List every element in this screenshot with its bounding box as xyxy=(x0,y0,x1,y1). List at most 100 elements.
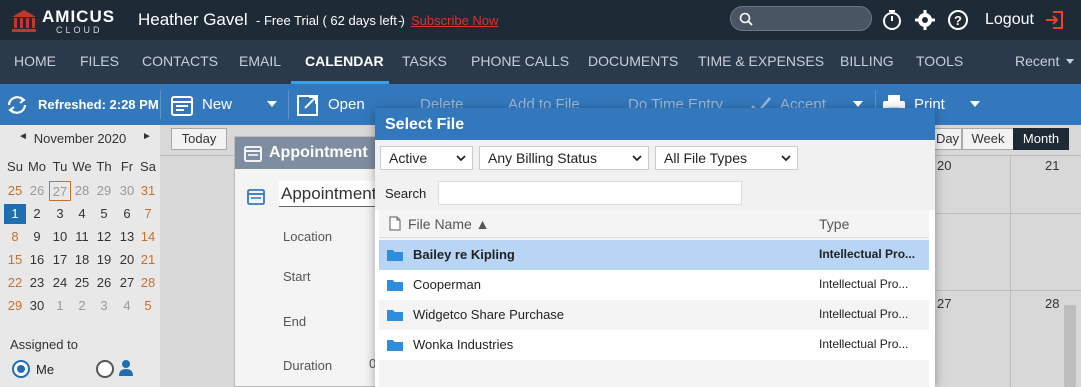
stopwatch-icon[interactable] xyxy=(880,8,904,32)
mini-calendar-day[interactable]: 1 xyxy=(49,296,71,316)
nav-home[interactable]: HOME xyxy=(14,53,56,69)
mini-calendar-day[interactable]: 1 xyxy=(4,204,26,224)
mini-calendar-day[interactable]: 19 xyxy=(93,250,115,270)
new-button[interactable]: New xyxy=(170,84,232,125)
nav-billing[interactable]: BILLING xyxy=(840,53,894,69)
svg-text:?: ? xyxy=(954,13,962,28)
file-row[interactable]: Cooperman Intellectual Pro... xyxy=(379,270,929,300)
mini-calendar-day[interactable]: 21 xyxy=(137,250,159,270)
mini-calendar-day[interactable]: 23 xyxy=(26,273,48,293)
print-dropdown-button[interactable] xyxy=(960,84,990,125)
month-view-button[interactable]: Month xyxy=(1013,128,1069,150)
mini-calendar-day[interactable]: 25 xyxy=(4,181,26,201)
next-month-button[interactable]: ► xyxy=(142,131,152,142)
new-dropdown-button[interactable] xyxy=(258,84,286,125)
start-label: Start xyxy=(283,269,311,284)
mini-calendar-day[interactable]: 26 xyxy=(93,273,115,293)
mini-calendar-day[interactable]: 14 xyxy=(137,227,159,247)
mini-calendar-day[interactable]: 8 xyxy=(4,227,26,247)
file-row[interactable]: Wonka Industries Intellectual Pro... xyxy=(379,330,929,360)
assigned-me-radio[interactable] xyxy=(12,360,30,378)
help-icon[interactable]: ? xyxy=(946,8,970,32)
mini-calendar-day[interactable]: 6 xyxy=(116,204,138,224)
mini-calendar-day[interactable]: 10 xyxy=(49,227,71,247)
nav-phone-calls[interactable]: PHONE CALLS xyxy=(471,53,569,69)
mini-calendar-day[interactable]: 22 xyxy=(4,273,26,293)
appointment-dialog: Appointment Appointment Location Start E… xyxy=(234,136,385,387)
mini-calendar-day[interactable]: 16 xyxy=(26,250,48,270)
chevron-down-icon xyxy=(632,155,642,162)
mini-calendar-day[interactable]: 13 xyxy=(116,227,138,247)
week-view-button[interactable]: Week xyxy=(962,128,1014,150)
file-list: File Name ▲ Type Bailey re Kipling Intel… xyxy=(379,210,929,387)
mini-calendar-day[interactable]: 2 xyxy=(71,296,93,316)
mini-calendar-day[interactable]: 12 xyxy=(93,227,115,247)
mini-calendar-day[interactable]: 27 xyxy=(49,181,71,201)
file-name-column-header[interactable]: File Name ▲ xyxy=(408,216,490,232)
mini-calendar-day[interactable]: 5 xyxy=(137,296,159,316)
billing-status-select[interactable]: Any Billing Status xyxy=(479,146,649,170)
subscribe-link[interactable]: Subscribe Now xyxy=(411,13,498,28)
mini-calendar-day[interactable]: 18 xyxy=(71,250,93,270)
nav-time-expenses[interactable]: TIME & EXPENSES xyxy=(698,53,824,69)
status-select[interactable]: Active xyxy=(380,146,473,170)
file-search-input[interactable] xyxy=(438,181,742,205)
global-search-input[interactable] xyxy=(730,6,872,31)
mini-calendar-day[interactable]: 20 xyxy=(116,250,138,270)
file-list-header: File Name ▲ Type xyxy=(379,210,929,238)
folder-icon xyxy=(387,310,403,321)
mini-calendar-day[interactable]: 25 xyxy=(71,273,93,293)
mini-calendar-day[interactable]: 27 xyxy=(116,273,138,293)
top-bar: AMICUS CLOUD Heather Gavel - Free Trial … xyxy=(0,0,1081,40)
file-types-select[interactable]: All File Types xyxy=(655,146,798,170)
mini-calendar-day[interactable]: 24 xyxy=(49,273,71,293)
nav-files[interactable]: FILES xyxy=(80,53,119,69)
mini-calendar-day[interactable]: 29 xyxy=(4,296,26,316)
mini-calendar-day[interactable]: 2 xyxy=(26,204,48,224)
weekday-label: Tu xyxy=(52,159,68,174)
appointment-name-input[interactable]: Appointment xyxy=(279,181,385,207)
assigned-user-radio[interactable] xyxy=(96,360,114,378)
mini-calendar-day[interactable]: 26 xyxy=(26,181,48,201)
mini-calendar-day[interactable]: 5 xyxy=(93,204,115,224)
mini-calendar-day[interactable]: 11 xyxy=(71,227,93,247)
amicus-logo[interactable]: AMICUS CLOUD xyxy=(10,5,120,35)
nav-contacts[interactable]: CONTACTS xyxy=(142,53,218,69)
refresh-button[interactable] xyxy=(6,84,28,125)
nav-email[interactable]: EMAIL xyxy=(239,53,281,69)
mini-calendar-month: November 2020 xyxy=(33,131,127,146)
nav-tools[interactable]: TOOLS xyxy=(916,53,963,69)
logout-button[interactable]: Logout xyxy=(985,11,1034,29)
mini-calendar-day[interactable]: 30 xyxy=(116,181,138,201)
mini-calendar-day[interactable]: 3 xyxy=(49,204,71,224)
nav-calendar[interactable]: CALENDAR xyxy=(305,53,384,69)
select-file-dialog: Select File Active Any Billing Status Al… xyxy=(375,108,935,387)
day-view-button[interactable]: Day xyxy=(934,128,962,150)
logout-icon[interactable] xyxy=(1043,8,1067,32)
mini-calendar-day[interactable]: 3 xyxy=(93,296,115,316)
mini-calendar-day[interactable]: 7 xyxy=(137,204,159,224)
type-column-header[interactable]: Type xyxy=(819,216,849,232)
today-button[interactable]: Today xyxy=(171,128,227,150)
mini-calendar-day[interactable]: 9 xyxy=(26,227,48,247)
mini-calendar-day[interactable]: 28 xyxy=(137,273,159,293)
mini-calendar-day[interactable]: 4 xyxy=(71,204,93,224)
gear-icon[interactable] xyxy=(913,8,937,32)
calendar-scrollbar[interactable] xyxy=(1064,305,1076,387)
file-row[interactable]: Bailey re Kipling Intellectual Pro... xyxy=(379,240,929,270)
search-icon xyxy=(739,12,753,26)
open-button[interactable]: Open xyxy=(296,84,365,125)
mini-calendar-day[interactable]: 15 xyxy=(4,250,26,270)
nav-recent[interactable]: Recent xyxy=(1015,53,1059,69)
mini-calendar-day[interactable]: 29 xyxy=(93,181,115,201)
mini-calendar-day[interactable]: 30 xyxy=(26,296,48,316)
mini-calendar-day[interactable]: 4 xyxy=(116,296,138,316)
calendar-icon xyxy=(247,189,265,205)
mini-calendar-day[interactable]: 17 xyxy=(49,250,71,270)
mini-calendar-day[interactable]: 28 xyxy=(71,181,93,201)
nav-tasks[interactable]: TASKS xyxy=(402,53,447,69)
mini-calendar-day[interactable]: 31 xyxy=(137,181,159,201)
file-row[interactable]: Widgetco Share Purchase Intellectual Pro… xyxy=(379,300,929,330)
file-name: Wonka Industries xyxy=(413,337,514,352)
nav-documents[interactable]: DOCUMENTS xyxy=(588,53,678,69)
